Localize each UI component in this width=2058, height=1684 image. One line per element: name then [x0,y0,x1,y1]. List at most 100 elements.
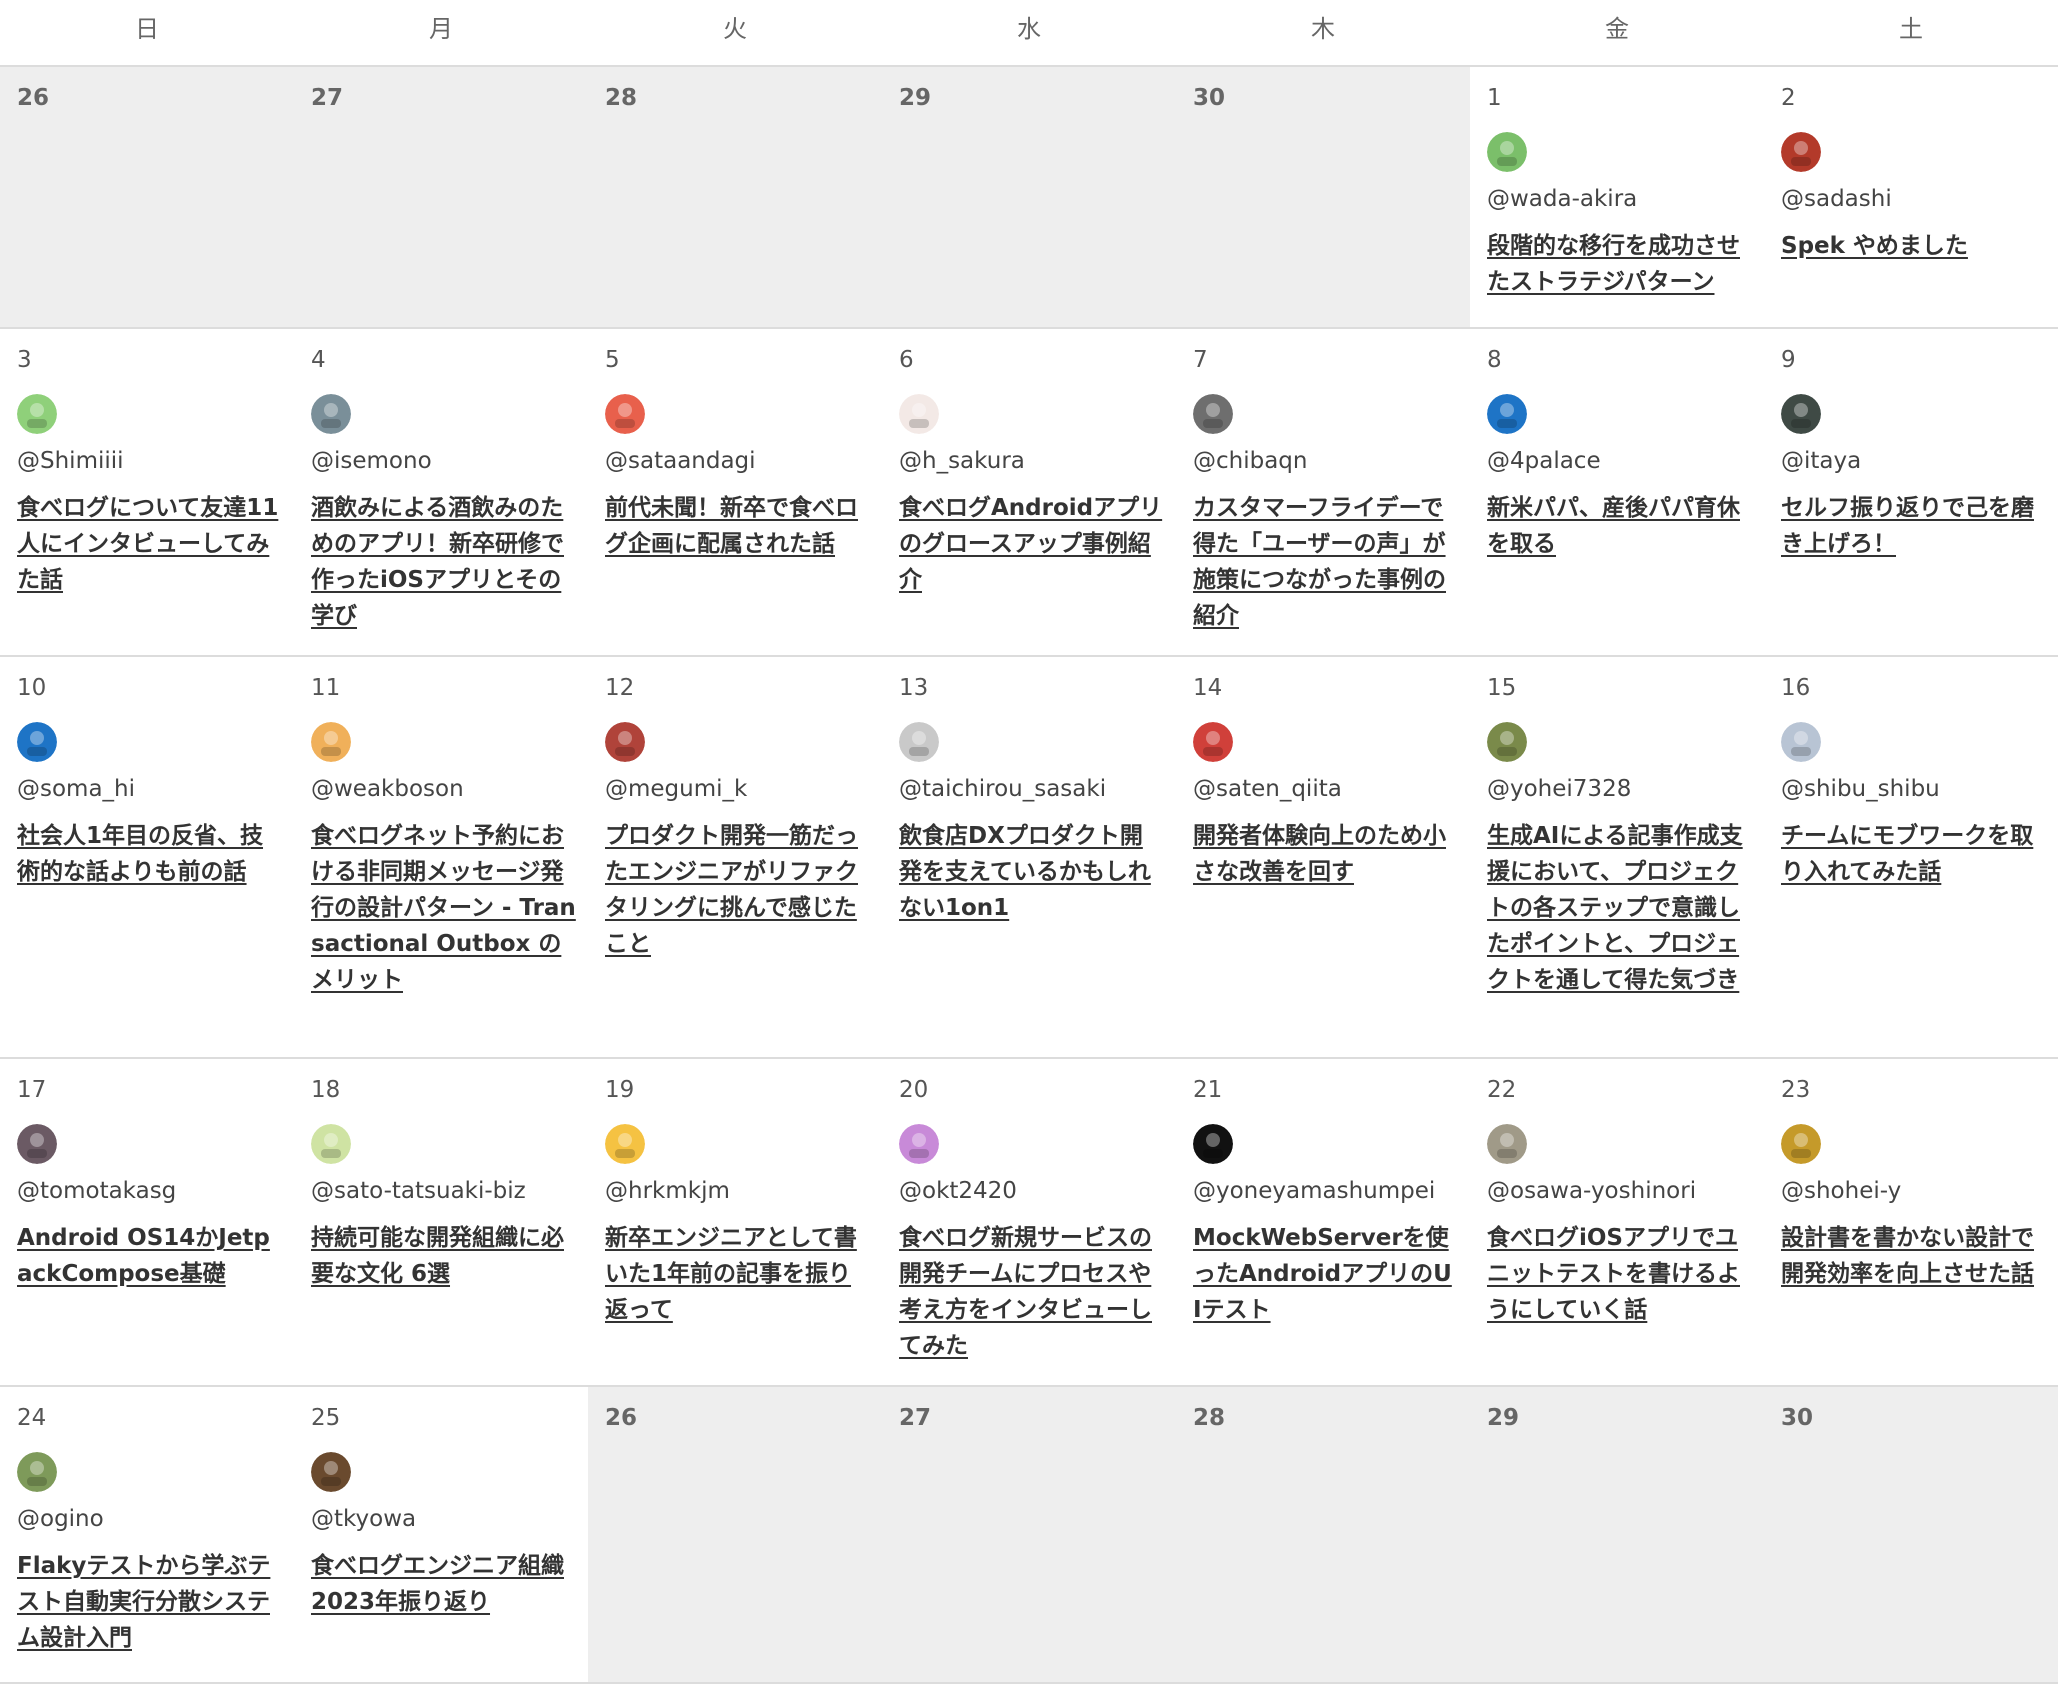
article-title-link[interactable]: 社会人1年目の反省、技術的な話よりも前の話 [17,818,282,890]
day-number: 9 [1781,347,1796,373]
weekday-sunday: 日 [135,15,159,43]
avatar[interactable] [17,722,57,762]
article-title-link[interactable]: Android OS14かJetpackCompose基礎 [17,1220,282,1292]
avatar[interactable] [17,394,57,434]
avatar[interactable] [1193,394,1233,434]
calendar-cell: 6 @h_sakura 食べログAndroidアプリのグロースアップ事例紹介 [882,329,1176,657]
article-title-link[interactable]: 段階的な移行を成功させたストラテジパターン [1487,228,1752,300]
article-title-link[interactable]: 生成AIによる記事作成支援において、プロジェクトの各ステップで意識したポイントと… [1487,818,1752,998]
article-title-link[interactable]: 食べログエンジニア組織2023年振り返り [311,1548,576,1620]
author-username: @tomotakasg [17,1178,177,1204]
avatar[interactable] [1781,394,1821,434]
day-number: 22 [1487,1077,1517,1103]
day-number: 26 [605,1405,638,1431]
avatar[interactable] [311,722,351,762]
avatar[interactable] [311,1452,351,1492]
day-number: 27 [311,85,344,111]
article-title-link[interactable]: 酒飲みによる酒飲みのためのアプリ！新卒研修で作ったiOSアプリとその学び [311,490,576,634]
calendar-cell-outside-month: 27 [294,67,588,329]
calendar-cell-outside-month: 28 [588,67,882,329]
avatar[interactable] [605,394,645,434]
pixel-face-icon [17,394,57,434]
avatar[interactable] [605,1124,645,1164]
emblem-icon [899,394,939,434]
avatar[interactable] [1193,1124,1233,1164]
day-number: 7 [1193,347,1208,373]
calendar-cell: 17 @tomotakasg Android OS14かJetpackCompose… [0,1059,294,1387]
calendar-cell: 25 @tkyowa 食べログエンジニア組織2023年振り返り [294,1387,588,1684]
article-title-link[interactable]: 食べログについて友達11人にインタビューしてみた話 [17,490,282,598]
calendar-cell: 3 @Shimiiii 食べログについて友達11人にインタビューしてみた話 [0,329,294,657]
calendar-cell: 19 @hrkmkjm 新卒エンジニアとして書いた1年前の記事を振り返って [588,1059,882,1387]
article-title-link[interactable]: 食べログAndroidアプリのグロースアップ事例紹介 [899,490,1164,598]
calendar-cell: 14 @saten_qiita 開発者体験向上のため小さな改善を回す [1176,657,1470,1059]
avatar[interactable] [1781,722,1821,762]
day-number: 21 [1193,1077,1223,1103]
calendar-cell: 22 @osawa-yoshinori 食べログiOSアプリでユニットテストを書ける… [1470,1059,1764,1387]
calendar-cell: 7 @chibaqn カスタマーフライデーで得た「ユーザーの声」が施策につながった事… [1176,329,1470,657]
avatar[interactable] [1487,394,1527,434]
avatar[interactable] [1487,722,1527,762]
avatar[interactable] [1781,132,1821,172]
article-title-link[interactable]: 持続可能な開発組織に必要な文化 6選 [311,1220,576,1292]
calendar-cell: 16 @shibu_shibu チームにモブワークを取り入れてみた話 [1764,657,2058,1059]
article-title-link[interactable]: 食べログネット予約における非同期メッセージ発行の設計パターン - Transac… [311,818,576,998]
author-username: @soma_hi [17,776,136,802]
avatar[interactable] [1193,722,1233,762]
power-icon [17,722,57,762]
article-title-link[interactable]: 食べログ新規サービスの開発チームにプロセスや考え方をインタビューしてみた [899,1220,1164,1364]
article-title-link[interactable]: 新卒エンジニアとして書いた1年前の記事を振り返って [605,1220,870,1328]
calendar-cell: 18 @sato-tatsuaki-biz 持続可能な開発組織に必要な文化 6選 [294,1059,588,1387]
animal-photo-icon [1487,1124,1527,1164]
author-username: @hrkmkjm [605,1178,730,1204]
article-title-link[interactable]: 開発者体験向上のため小さな改善を回す [1193,818,1458,890]
weekday-header: 日 月 火 水 木 金 土 [0,0,2058,67]
avatar[interactable] [1487,1124,1527,1164]
avatar[interactable] [1781,1124,1821,1164]
calendar-cell: 12 @megumi_k プロダクト開発一筋だったエンジニアがリファクタリングに挑ん… [588,657,882,1059]
avatar[interactable] [899,394,939,434]
day-number: 29 [1487,1405,1520,1431]
article-title-link[interactable]: 設計書を書かない設計で開発効率を向上させた話 [1781,1220,2046,1292]
day-number: 16 [1781,675,1811,701]
avatar[interactable] [1487,132,1527,172]
weekday-tuesday: 火 [723,15,747,43]
article-title-link[interactable]: チームにモブワークを取り入れてみた話 [1781,818,2046,890]
author-username: @shohei-y [1781,1178,1902,1204]
day-number: 29 [899,85,932,111]
avatar[interactable] [17,1452,57,1492]
article-title-link[interactable]: 飲食店DXプロダクト開発を支えているかもしれない1on1 [899,818,1164,926]
moon-icon [1193,1124,1233,1164]
avatar[interactable] [311,394,351,434]
avatar[interactable] [899,722,939,762]
article-title-link[interactable]: 食べログiOSアプリでユニットテストを書けるようにしていく話 [1487,1220,1752,1328]
article-title-link[interactable]: Spek やめました [1781,228,2046,264]
weekday-friday: 金 [1605,15,1629,43]
landscape-photo-icon [311,394,351,434]
day-number: 12 [605,675,635,701]
weekday-monday: 月 [429,15,453,43]
day-number: 28 [1193,1405,1226,1431]
avatar[interactable] [311,1124,351,1164]
avatar[interactable] [605,722,645,762]
leaf-character-icon [1487,132,1527,172]
weekday-saturday: 土 [1899,15,1923,43]
author-username: @yohei7328 [1487,776,1632,802]
cat-face-icon [311,722,351,762]
article-title-link[interactable]: プロダクト開発一筋だったエンジニアがリファクタリングに挑んで感じたこと [605,818,870,962]
article-title-link[interactable]: MockWebServerを使ったAndroidアプリのUIテスト [1193,1220,1458,1328]
author-username: @sataandagi [605,448,756,474]
day-number: 13 [899,675,929,701]
calendar-cell-outside-month: 29 [882,67,1176,329]
avatar[interactable] [899,1124,939,1164]
article-title-link[interactable]: 新米パパ、産後パパ育休を取る [1487,490,1752,562]
author-username: @tkyowa [311,1506,417,1532]
article-title-link[interactable]: Flakyテストから学ぶテスト自動実行分散システム設計入門 [17,1548,282,1656]
article-title-link[interactable]: 前代未聞！新卒で食べログ企画に配属された話 [605,490,870,562]
article-title-link[interactable]: セルフ振り返りで己を磨き上げろ！ [1781,490,2046,562]
author-username: @weakboson [311,776,464,802]
avatar[interactable] [17,1124,57,1164]
article-title-link[interactable]: カスタマーフライデーで得た「ユーザーの声」が施策につながった事例の紹介 [1193,490,1458,634]
day-number: 18 [311,1077,341,1103]
day-number: 4 [311,347,326,373]
